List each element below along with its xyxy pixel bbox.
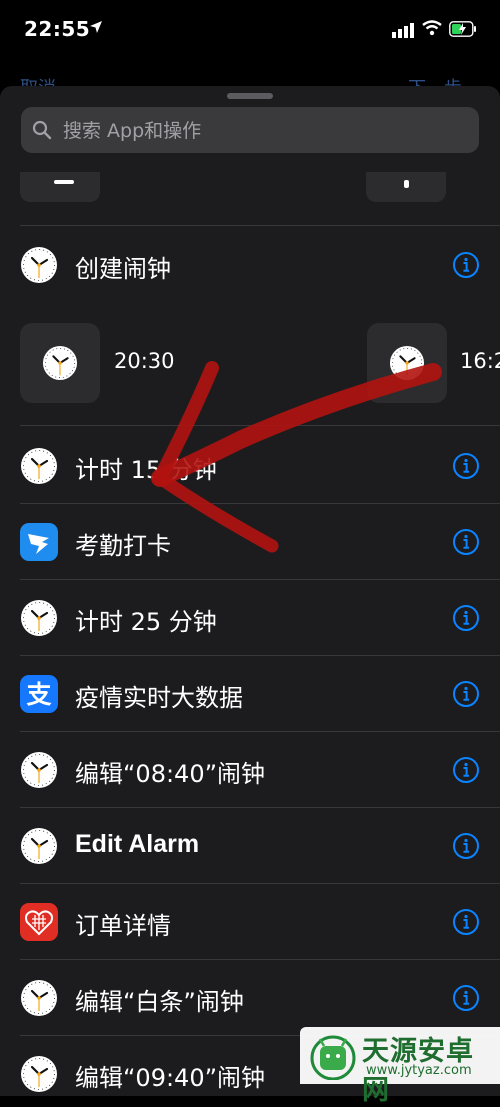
action-label: Edit Alarm	[75, 830, 200, 858]
status-time: 22:55	[24, 17, 91, 41]
action-row[interactable]: 计时 15 分钟	[0, 428, 500, 504]
status-bar: 22:55	[0, 0, 500, 62]
info-icon[interactable]	[452, 680, 480, 708]
info-icon[interactable]	[452, 832, 480, 860]
clock-icon	[21, 828, 57, 864]
info-icon[interactable]	[452, 251, 480, 279]
watermark: 天源安卓网 www.jytyaz.com	[300, 1027, 500, 1106]
action-row[interactable]: 计时 25 分钟	[0, 580, 500, 656]
action-label: 考勤打卡	[75, 532, 171, 560]
tile-glyph	[404, 180, 409, 188]
action-label: 计时 25 分钟	[75, 608, 217, 636]
action-row[interactable]: 编辑“白条”闹钟	[0, 960, 500, 1036]
search-icon	[32, 120, 52, 140]
info-icon[interactable]	[452, 528, 480, 556]
action-row[interactable]: 考勤打卡	[0, 504, 500, 580]
info-icon[interactable]	[452, 452, 480, 480]
action-row[interactable]: 编辑“08:40”闹钟	[0, 732, 500, 808]
alarm-suggestion-card[interactable]	[367, 323, 447, 403]
scrolled-tile-right[interactable]	[366, 172, 446, 202]
action-label: 编辑“09:40”闹钟	[75, 1064, 266, 1092]
pinduoduo-icon	[20, 903, 58, 941]
search-bar[interactable]	[21, 107, 479, 155]
action-label: 创建闹钟	[75, 255, 171, 283]
tile-glyph	[54, 180, 74, 184]
action-row[interactable]: 支 疫情实时大数据	[0, 656, 500, 732]
clock-icon	[42, 345, 78, 381]
action-label: 计时 15 分钟	[75, 456, 217, 484]
watermark-logo	[310, 1035, 356, 1080]
watermark-url: www.jytyaz.com	[366, 1063, 472, 1078]
svg-text:支: 支	[26, 680, 51, 709]
action-row[interactable]: 创建闹钟	[0, 227, 500, 303]
action-label: 编辑“白条”闹钟	[75, 988, 244, 1016]
alipay-icon: 支	[20, 675, 58, 713]
info-icon[interactable]	[452, 984, 480, 1012]
clock-icon	[21, 980, 57, 1016]
location-arrow-icon	[90, 21, 102, 33]
dingtalk-icon	[20, 523, 58, 561]
alarm-suggestion-time[interactable]: 16:2	[460, 349, 500, 373]
info-icon[interactable]	[452, 604, 480, 632]
actions-sheet: 创建闹钟 20:30 16:2 计时 15 分钟 考勤打卡 计时 25 分钟	[0, 86, 500, 1096]
clock-icon	[21, 752, 57, 788]
clock-icon	[389, 345, 425, 381]
wifi-icon	[422, 20, 442, 36]
separator	[20, 425, 500, 426]
action-label: 编辑“08:40”闹钟	[75, 760, 266, 788]
action-label: 疫情实时大数据	[75, 684, 243, 712]
alarm-suggestion-time[interactable]: 20:30	[114, 349, 175, 373]
separator	[20, 225, 500, 226]
scrolled-tile-left[interactable]	[20, 172, 100, 202]
action-label: 订单详情	[75, 912, 171, 940]
alarm-suggestion-card[interactable]	[20, 323, 100, 403]
battery-charging-icon	[449, 21, 476, 37]
info-icon[interactable]	[452, 756, 480, 784]
signal-icon	[392, 23, 414, 38]
search-input[interactable]	[61, 107, 465, 155]
info-icon[interactable]	[452, 908, 480, 936]
clock-icon	[21, 448, 57, 484]
clock-icon	[21, 247, 57, 283]
clock-icon	[21, 600, 57, 636]
alarm-suggestions: 20:30 16:2	[0, 316, 500, 426]
clock-icon	[21, 1056, 57, 1092]
action-row[interactable]: 订单详情	[0, 884, 500, 960]
sheet-grabber[interactable]	[227, 93, 273, 99]
action-row[interactable]: Edit Alarm	[0, 808, 500, 884]
